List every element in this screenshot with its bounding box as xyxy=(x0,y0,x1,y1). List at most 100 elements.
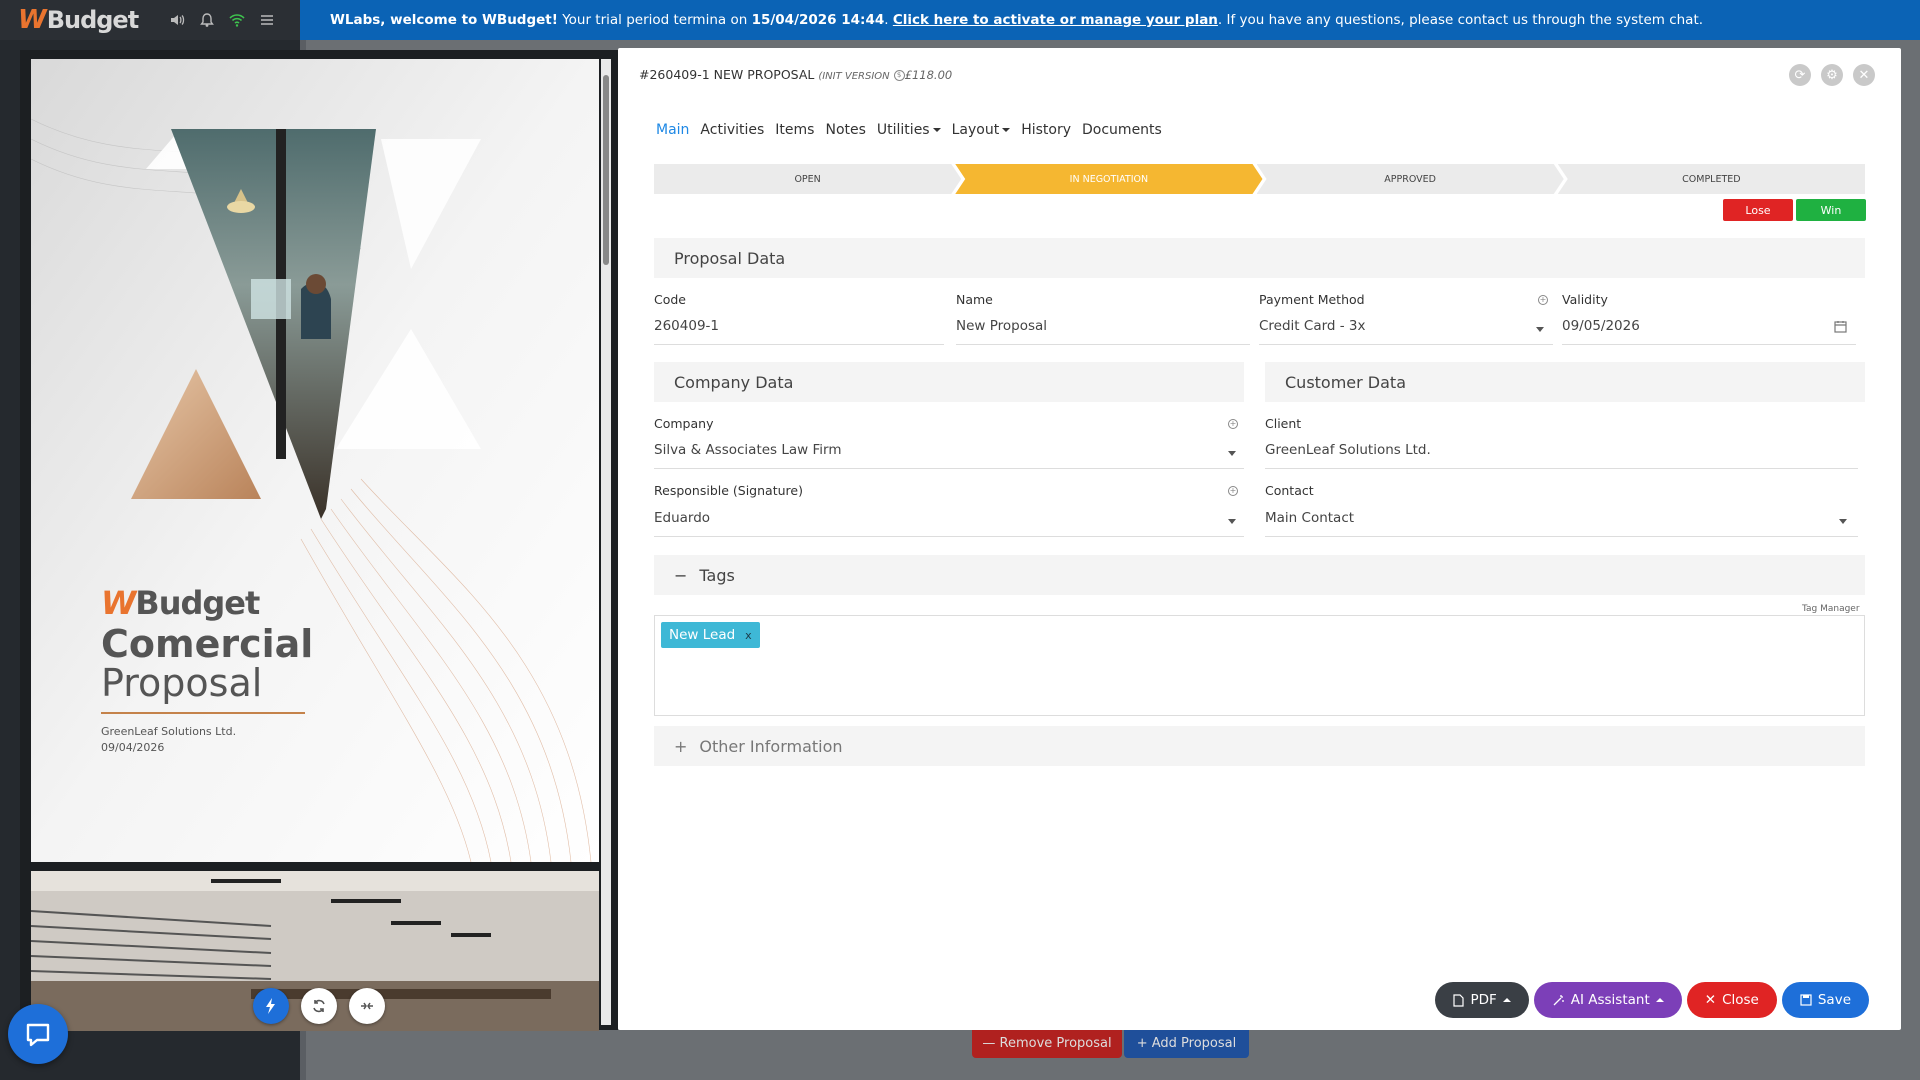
proposal-code-title: #260409-1 xyxy=(639,67,710,82)
pdf-button[interactable]: PDF xyxy=(1435,982,1529,1018)
chat-icon xyxy=(26,1023,50,1047)
code-label: Code xyxy=(654,292,687,307)
add-circle-icon[interactable]: + xyxy=(1228,486,1238,496)
activate-plan-link[interactable]: Click here to activate or manage your pl… xyxy=(893,12,1218,28)
price-circle-icon: $ xyxy=(893,70,905,81)
chat-button[interactable] xyxy=(8,1004,68,1064)
banner-trial-date: 15/04/2026 14:44 xyxy=(751,12,885,28)
responsible-label: Responsible (Signature) xyxy=(654,483,803,498)
stage-open[interactable]: OPEN xyxy=(654,164,961,194)
proposal-name-title: NEW PROPOSAL xyxy=(713,67,815,82)
tags-input[interactable]: New Lead x xyxy=(654,615,1865,716)
chevron-down-icon xyxy=(1839,519,1847,524)
modal-footer: PDF AI Assistant ✕ Close Save xyxy=(1435,982,1869,1018)
name-field[interactable]: New Proposal xyxy=(956,318,1250,345)
stage-approved[interactable]: APPROVED xyxy=(1257,164,1564,194)
banner-trial-text: Your trial period termina on xyxy=(557,12,752,28)
customer-data-header: Customer Data xyxy=(1265,362,1865,402)
caret-down-icon xyxy=(1002,128,1011,132)
collapse-toggle-icon[interactable]: − xyxy=(674,566,687,585)
proposal-modal: #260409-1 NEW PROPOSAL (INIT VERSION $ £1… xyxy=(618,48,1901,1030)
close-icon[interactable]: ✕ xyxy=(1853,64,1875,86)
company-label: Company xyxy=(654,416,714,431)
chevron-down-icon xyxy=(1536,327,1544,332)
calendar-icon[interactable] xyxy=(1834,318,1847,337)
name-label: Name xyxy=(956,292,993,307)
close-button[interactable]: ✕ Close xyxy=(1686,982,1777,1018)
tag-manager-link[interactable]: Tag Manager xyxy=(1802,604,1860,614)
payment-method-label: Payment Method xyxy=(1259,292,1365,307)
tab-documents[interactable]: Documents xyxy=(1082,122,1162,138)
refresh-icon[interactable] xyxy=(301,988,337,1024)
code-field[interactable]: 260409-1 xyxy=(654,318,944,345)
menu-icon[interactable] xyxy=(258,11,276,29)
file-pdf-icon xyxy=(1453,993,1465,1007)
floppy-icon xyxy=(1800,994,1812,1006)
tab-utilities[interactable]: Utilities xyxy=(877,122,941,138)
responsible-select[interactable]: Eduardo xyxy=(654,510,1244,537)
chevron-down-icon xyxy=(1228,519,1236,524)
remove-proposal-button[interactable]: — Remove Proposal xyxy=(972,1028,1122,1058)
settings-icon[interactable]: ⚙ xyxy=(1821,64,1843,86)
stage-in-negotiation[interactable]: IN NEGOTIATION xyxy=(955,164,1262,194)
save-button[interactable]: Save xyxy=(1781,982,1869,1018)
cover-title-line2: Proposal xyxy=(101,661,263,705)
tag-remove-icon[interactable]: x xyxy=(745,629,752,642)
banner-tail: . If you have any questions, please cont… xyxy=(1217,12,1704,28)
other-information-header[interactable]: + Other Information xyxy=(654,726,1865,766)
tab-main[interactable]: Main xyxy=(656,122,689,138)
flash-icon[interactable] xyxy=(253,988,289,1024)
company-select[interactable]: Silva & Associates Law Firm xyxy=(654,442,1244,469)
wifi-icon xyxy=(228,11,246,29)
preview-toolbar xyxy=(253,988,385,1024)
expand-toggle-icon[interactable]: + xyxy=(674,737,687,756)
add-proposal-button[interactable]: + Add Proposal xyxy=(1124,1028,1249,1058)
speaker-icon[interactable] xyxy=(168,11,186,29)
add-circle-icon[interactable]: + xyxy=(1538,295,1548,305)
sync-icon[interactable]: ⟳ xyxy=(1789,64,1811,86)
stage-completed[interactable]: COMPLETED xyxy=(1557,164,1865,194)
proposal-price: £118.00 xyxy=(904,68,953,82)
caret-up-icon xyxy=(1502,998,1511,1002)
win-button[interactable]: Win xyxy=(1796,199,1866,221)
validity-label: Validity xyxy=(1562,292,1608,307)
payment-method-select[interactable]: Credit Card - 3x xyxy=(1259,318,1553,345)
caret-up-icon xyxy=(1655,998,1664,1002)
pdf-preview-panel: WBudget Comercial Proposal GreenLeaf Sol… xyxy=(20,50,618,1031)
tags-header[interactable]: − Tags xyxy=(654,555,1865,595)
tag-chip: New Lead x xyxy=(661,622,760,648)
tab-items[interactable]: Items xyxy=(775,122,814,138)
cover-title-line1: Comercial xyxy=(101,622,314,666)
validity-date-field[interactable]: 09/05/2026 xyxy=(1562,318,1856,345)
banner-separator: . xyxy=(884,12,893,28)
ai-assistant-button[interactable]: AI Assistant xyxy=(1533,982,1682,1018)
client-field[interactable]: GreenLeaf Solutions Ltd. xyxy=(1265,442,1858,469)
cover-divider xyxy=(101,712,305,714)
add-circle-icon[interactable]: + xyxy=(1228,419,1238,429)
contact-select[interactable]: Main Contact xyxy=(1265,510,1858,537)
tab-history[interactable]: History xyxy=(1021,122,1071,138)
logo-text: Budget xyxy=(46,6,139,34)
contact-label: Contact xyxy=(1265,483,1314,498)
logo-mark: W xyxy=(18,5,47,35)
proposal-version: (INIT VERSION xyxy=(818,71,890,82)
modal-title: #260409-1 NEW PROPOSAL (INIT VERSION $ £1… xyxy=(639,67,952,82)
tab-bar: Main Activities Items Notes Utilities La… xyxy=(656,122,1162,138)
bell-icon[interactable] xyxy=(198,11,216,29)
tab-notes[interactable]: Notes xyxy=(825,122,865,138)
status-pipeline: OPEN IN NEGOTIATION APPROVED COMPLETED xyxy=(654,164,1865,194)
cover-date: 09/04/2026 xyxy=(101,741,165,754)
caret-down-icon xyxy=(932,128,941,132)
company-data-header: Company Data xyxy=(654,362,1244,402)
tag-label: New Lead xyxy=(669,627,736,643)
proposal-data-header: Proposal Data xyxy=(654,238,1865,278)
magic-wand-icon xyxy=(1553,994,1564,1005)
tab-activities[interactable]: Activities xyxy=(700,122,764,138)
preview-scrollbar[interactable] xyxy=(601,59,611,1025)
tab-layout[interactable]: Layout xyxy=(952,122,1011,138)
app-logo[interactable]: W Budget xyxy=(18,5,139,35)
tags-title: Tags xyxy=(699,565,735,585)
collapse-icon[interactable] xyxy=(349,988,385,1024)
trial-banner: WLabs, welcome to WBudget! Your trial pe… xyxy=(300,0,1920,40)
lose-button[interactable]: Lose xyxy=(1723,199,1793,221)
